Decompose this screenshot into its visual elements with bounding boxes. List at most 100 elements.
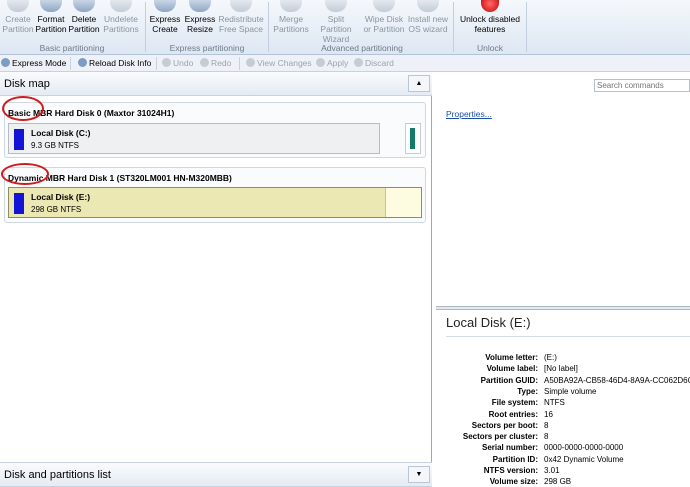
reload-disk-info-button[interactable]: Reload Disk Info	[78, 57, 151, 70]
selected-partition-title: Local Disk (E:)	[446, 315, 531, 330]
split-partition-wizard-button[interactable]: Split Partition Wizard	[311, 0, 361, 44]
property-key: Serial number:	[481, 443, 538, 453]
view-changes-icon	[246, 58, 255, 67]
property-value: A50BA92A-CB58-46D4-8A9A-CC062D6C	[544, 375, 690, 385]
property-row: Partition ID: 0x42 Dynamic Volume	[436, 455, 690, 466]
partition-info: 298 GB NTFS	[31, 205, 82, 214]
ribbon: Create Partition Format Partition Delete…	[0, 0, 690, 55]
redistribute-free-space-button[interactable]: Redistribute Free Space	[218, 0, 264, 40]
toolbar-separator	[156, 57, 157, 70]
property-value: 0x42 Dynamic Volume	[544, 454, 624, 464]
apply-button[interactable]: Apply	[316, 57, 348, 70]
property-row: Volume size: 298 GB	[436, 477, 690, 487]
discard-button[interactable]: Discard	[354, 57, 394, 70]
format-partition-button[interactable]: Format Partition	[35, 0, 67, 40]
partition-c[interactable]: Local Disk (C:) 9.3 GB NTFS	[8, 123, 380, 154]
property-value: 16	[544, 409, 553, 419]
format-partition-icon	[40, 0, 62, 12]
partition-e-selected[interactable]: Local Disk (E:) 298 GB NTFS	[8, 187, 422, 218]
property-key: Root entries:	[488, 409, 538, 419]
property-value: [No label]	[544, 364, 578, 374]
group-label-unlock: Unlock	[477, 43, 503, 53]
wipe-disk-icon	[373, 0, 395, 12]
toolbar-separator	[70, 57, 71, 70]
toolbar-separator	[239, 57, 240, 70]
left-panel: Disk map ▲ Basic MBR Hard Disk 0 (Maxtor…	[0, 72, 432, 487]
create-partition-icon	[7, 0, 29, 12]
property-value: Simple volume	[544, 386, 597, 396]
property-key: Volume size:	[489, 477, 538, 487]
partition-bar	[14, 193, 24, 214]
undo-icon	[162, 58, 171, 67]
property-value: 8	[544, 432, 549, 442]
property-row: Sectors per boot: 8	[436, 421, 690, 432]
undo-button[interactable]: Undo	[162, 57, 193, 70]
redistribute-icon	[230, 0, 252, 12]
property-key: Type:	[517, 386, 538, 396]
redo-button[interactable]: Redo	[200, 57, 231, 70]
disk-title: Basic MBR Hard Disk 0 (Maxtor 31024H1)	[8, 108, 175, 118]
undelete-partitions-button[interactable]: Undelete Partitions	[101, 0, 141, 40]
right-panel: Properties... Local Disk (E:) Volume let…	[436, 72, 690, 487]
property-value: 3.01	[544, 466, 560, 475]
property-key: NTFS version:	[483, 466, 538, 475]
view-changes-button[interactable]: View Changes	[246, 57, 312, 70]
disk-0-free-marker[interactable]	[405, 123, 421, 154]
discard-icon	[354, 58, 363, 67]
express-resize-icon	[189, 0, 211, 12]
property-key: File system:	[491, 398, 538, 408]
merge-partitions-icon	[280, 0, 302, 12]
ribbon-separator	[526, 2, 527, 52]
express-create-button[interactable]: Express Create	[148, 0, 182, 40]
partition-unused-area	[385, 188, 421, 217]
unlock-disabled-features-button[interactable]: Unlock disabled features	[457, 0, 523, 40]
partition-name: Local Disk (E:)	[31, 192, 91, 202]
property-row: Type: Simple volume	[436, 387, 690, 398]
panel-splitter[interactable]	[436, 306, 690, 310]
wipe-disk-button[interactable]: Wipe Disk or Partition	[362, 0, 406, 40]
property-value: 8	[544, 420, 549, 430]
disk-title: Dynamic MBR Hard Disk 1 (ST320LM001 HN-M…	[8, 173, 232, 183]
property-key: Partition ID:	[492, 454, 538, 464]
property-key: Volume label:	[486, 364, 538, 374]
express-resize-button[interactable]: Express Resize	[183, 0, 217, 40]
property-value: 298 GB	[544, 477, 572, 487]
ribbon-separator	[268, 2, 269, 52]
property-row: File system: NTFS	[436, 398, 690, 409]
property-row: Volume label: [No label]	[436, 364, 690, 375]
collapse-up-icon[interactable]: ▲	[408, 75, 430, 92]
reload-icon	[78, 58, 87, 67]
disk-map-title: Disk map	[4, 78, 50, 90]
disk-1[interactable]: Dynamic MBR Hard Disk 1 (ST320LM001 HN-M…	[4, 167, 426, 223]
create-partition-button[interactable]: Create Partition	[2, 0, 34, 40]
property-key: Sectors per cluster:	[462, 432, 538, 442]
free-space-marker	[410, 128, 415, 149]
property-key: Sectors per boot:	[471, 420, 538, 430]
delete-partition-icon	[73, 0, 95, 12]
express-mode-button[interactable]: Express Mode	[1, 57, 66, 70]
property-value: NTFS	[544, 398, 565, 408]
property-row: NTFS version: 3.01	[436, 466, 690, 477]
property-row: Serial number: 0000-0000-0000-0000	[436, 443, 690, 454]
search-commands-input[interactable]	[594, 79, 690, 92]
disk-map-header: Disk map ▲	[0, 72, 432, 96]
property-value: (E:)	[544, 353, 557, 362]
install-os-icon	[417, 0, 439, 12]
undelete-partitions-icon	[110, 0, 132, 12]
install-new-os-wizard-button[interactable]: Install new OS wizard	[407, 0, 449, 40]
delete-partition-button[interactable]: Delete Partition	[68, 0, 100, 40]
disk-0[interactable]: Basic MBR Hard Disk 0 (Maxtor 31024H1) L…	[4, 102, 426, 158]
expand-down-icon[interactable]: ▼	[408, 466, 430, 483]
properties-link[interactable]: Properties...	[446, 109, 492, 119]
partition-info: 9.3 GB NTFS	[31, 141, 80, 150]
merge-partitions-button[interactable]: Merge Partitions	[272, 0, 310, 40]
property-row: Root entries: 16	[436, 410, 690, 421]
title-divider	[446, 336, 690, 337]
ribbon-separator	[145, 2, 146, 52]
split-partition-icon	[325, 0, 347, 12]
express-mode-icon	[1, 58, 10, 67]
property-row: Volume letter: (E:)	[436, 353, 690, 364]
apply-checkmark-icon	[316, 58, 325, 67]
property-value: 0000-0000-0000-0000	[544, 443, 624, 453]
partition-name: Local Disk (C:)	[31, 128, 91, 138]
